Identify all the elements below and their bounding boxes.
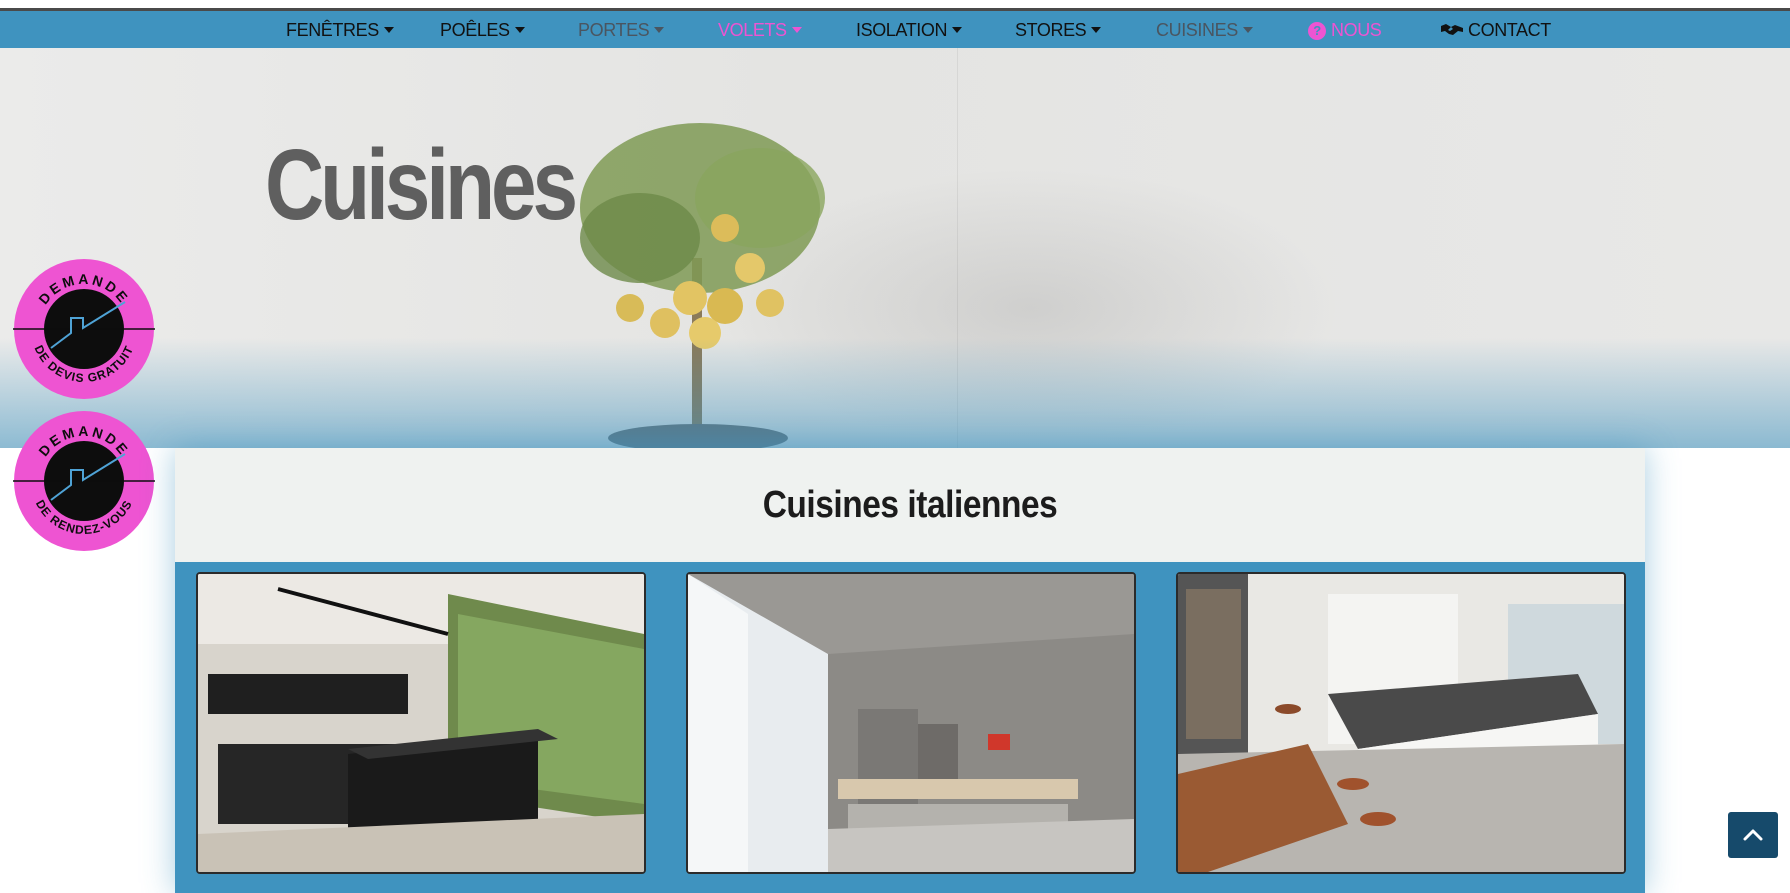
scroll-to-top-button[interactable]: [1728, 812, 1778, 858]
nav-item-cuisines[interactable]: CUISINES: [1156, 11, 1253, 48]
question-circle-icon: ?: [1308, 22, 1326, 40]
hero-bottom-fade: [0, 338, 1790, 448]
nav-item-poeles[interactable]: POÊLES: [440, 11, 525, 48]
nav-item-volets[interactable]: VOLETS: [718, 11, 802, 48]
chevron-up-icon: [1743, 829, 1763, 841]
caret-down-icon: [1242, 27, 1253, 33]
nav-label: ISOLATION: [856, 20, 948, 40]
nav-item-contact[interactable]: CONTACT: [1440, 11, 1551, 48]
nav-label: PORTES: [578, 20, 650, 40]
nav-item-isolation[interactable]: ISOLATION: [856, 11, 963, 48]
nav-item-nous[interactable]: ? NOUS: [1308, 11, 1382, 48]
main-navbar: FENÊTRES POÊLES PORTES VOLETS ISOLATION …: [0, 11, 1790, 48]
nav-label: NOUS: [1331, 20, 1382, 40]
section-title: Cuisines italiennes: [762, 484, 1058, 526]
handshake-icon: [1441, 24, 1463, 35]
page-title: Cuisines: [265, 129, 578, 241]
nav-item-portes[interactable]: PORTES: [578, 11, 665, 48]
nav-label: VOLETS: [718, 20, 787, 40]
kitchen-photo-black-island[interactable]: [196, 572, 646, 874]
nav-label: CUISINES: [1156, 20, 1238, 40]
caret-down-icon: [383, 27, 394, 33]
nav-label: STORES: [1015, 20, 1087, 40]
caret-down-icon: [952, 27, 963, 33]
caret-down-icon: [791, 27, 802, 33]
kitchen-photo-grey-modern[interactable]: [686, 572, 1136, 874]
section-header: Cuisines italiennes: [175, 448, 1645, 562]
caret-down-icon: [654, 27, 665, 33]
kitchen-photo-white-island[interactable]: [1176, 572, 1626, 874]
nav-label: POÊLES: [440, 20, 510, 40]
nav-item-stores[interactable]: STORES: [1015, 11, 1102, 48]
quote-request-badge[interactable]: DEMANDE DE DEVIS GRATUIT: [13, 258, 155, 400]
kitchen-gallery: [175, 562, 1645, 893]
nav-label: FENÊTRES: [286, 20, 379, 40]
caret-down-icon: [1091, 27, 1102, 33]
nav-label: CONTACT: [1468, 20, 1551, 40]
caret-down-icon: [514, 27, 525, 33]
appointment-request-badge[interactable]: DEMANDE DE RENDEZ-VOUS: [13, 410, 155, 552]
italian-kitchens-section: Cuisines italiennes: [175, 448, 1645, 893]
hero-banner: Cuisines: [0, 48, 1790, 448]
nav-item-fenetres[interactable]: FENÊTRES: [286, 11, 394, 48]
